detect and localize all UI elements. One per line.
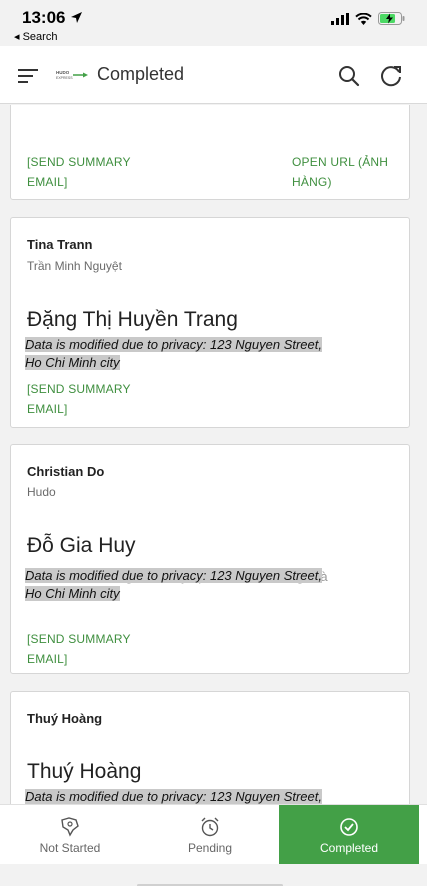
customer-name: Đặng Thị Huyền Trang	[27, 308, 238, 331]
battery-charging-icon	[378, 12, 405, 25]
tab-label: Pending	[187, 841, 233, 855]
send-summary-email-link[interactable]: [SEND SUMMARY EMAIL]	[27, 152, 137, 192]
map-pin-icon	[61, 817, 79, 837]
status-time-text: 13:06	[22, 8, 66, 27]
send-summary-email-link[interactable]: [SEND SUMMARY EMAIL]	[27, 629, 137, 669]
driver-name: Christian Do	[27, 464, 105, 479]
delivery-card[interactable]: Thuý Hoàng Thuý Hoàng 38 NGUYỄN HUY TƯỞN…	[10, 691, 410, 805]
delivery-card[interactable]: Christian Do Hudo Đỗ Gia Huy 15 Bảo Hiền…	[10, 444, 410, 674]
alarm-clock-icon	[201, 817, 219, 837]
tab-pending[interactable]: Pending	[140, 805, 280, 865]
wifi-icon	[355, 12, 372, 25]
driver-subtitle: Hudo	[27, 485, 56, 499]
send-summary-email-link[interactable]: [SEND SUMMARY EMAIL]	[27, 379, 137, 419]
delivery-card[interactable]: Tina Trann Trần Minh Nguyệt Đặng Thị Huy…	[10, 217, 410, 428]
tab-label: Not Started	[39, 841, 101, 855]
customer-address: Data is modified due to privacy: 123 Ngu…	[25, 789, 322, 804]
customer-address: Data is modified due to privacy: 123 Ngu…	[25, 568, 322, 601]
delivery-list[interactable]: [SEND SUMMARY EMAIL] OPEN URL (ẢNH HÀNG)…	[0, 105, 427, 805]
status-bar: 13:06 ◂ Search	[0, 0, 427, 46]
refresh-icon[interactable]	[378, 63, 404, 89]
page-title: Completed	[97, 64, 185, 84]
status-time: 13:06	[22, 8, 83, 28]
customer-name: Thuý Hoàng	[27, 760, 142, 783]
bottom-nav: Not Started Pending Completed	[0, 804, 427, 865]
tab-label: Completed	[319, 841, 379, 855]
customer-name: Đỗ Gia Huy	[27, 534, 136, 557]
tab-completed[interactable]: Completed	[279, 805, 419, 865]
hudo-express-logo: HUDO EXPRESS	[56, 70, 88, 80]
driver-subtitle: Trần Minh Nguyệt	[27, 259, 122, 273]
search-icon[interactable]	[337, 64, 361, 88]
check-circle-icon	[340, 818, 358, 836]
open-url-link[interactable]: OPEN URL (ẢNH HÀNG)	[292, 152, 392, 192]
driver-name: Tina Trann	[27, 237, 93, 252]
app-header: HUDO EXPRESS Completed	[0, 46, 427, 104]
driver-name: Thuý Hoàng	[27, 711, 103, 726]
customer-address: Data is modified due to privacy: 123 Ngu…	[25, 337, 322, 370]
delivery-card: [SEND SUMMARY EMAIL] OPEN URL (ẢNH HÀNG)	[10, 105, 410, 200]
menu-icon[interactable]	[18, 68, 38, 84]
home-indicator-area	[0, 864, 427, 886]
svg-text:EXPRESS: EXPRESS	[56, 76, 73, 80]
back-to-search-link[interactable]: ◂ Search	[14, 30, 57, 43]
status-icons	[331, 12, 405, 25]
svg-text:HUDO: HUDO	[56, 70, 70, 75]
tab-not-started[interactable]: Not Started	[0, 805, 140, 865]
cellular-signal-icon	[331, 12, 349, 25]
location-arrow-icon	[71, 12, 83, 23]
